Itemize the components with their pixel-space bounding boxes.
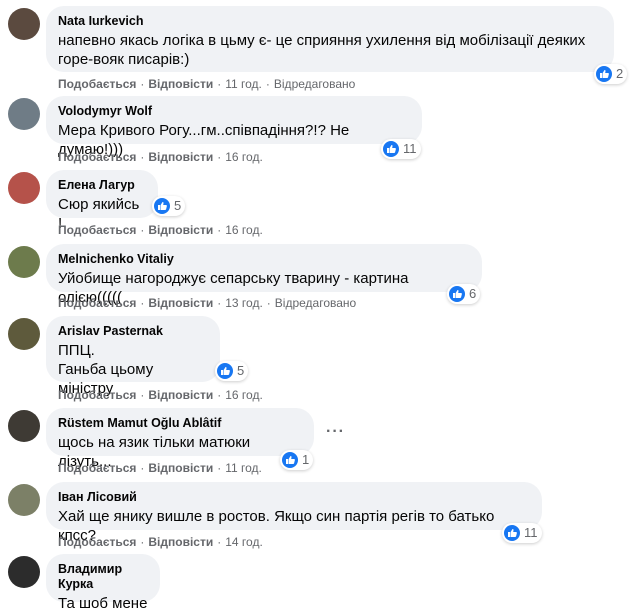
- like-button[interactable]: Подобається: [58, 535, 136, 549]
- comment-actions: Подобається · Відповісти · 16 год.: [58, 223, 263, 237]
- reply-button[interactable]: Відповісти: [148, 461, 213, 475]
- avatar[interactable]: [8, 556, 40, 588]
- commenter-name[interactable]: Melnichenko Vitaliy: [58, 252, 470, 267]
- reaction-number: 11: [524, 525, 538, 540]
- reply-button[interactable]: Відповісти: [148, 296, 213, 310]
- edited-label[interactable]: Відредаговано: [275, 296, 356, 310]
- timestamp[interactable]: 11 год.: [225, 77, 262, 91]
- reply-button[interactable]: Відповісти: [148, 77, 213, 91]
- like-button[interactable]: Подобається: [58, 388, 136, 402]
- comment-text: Та шоб мене: [58, 595, 148, 612]
- commenter-name[interactable]: Елена Лагур: [58, 178, 146, 193]
- comment-bubble: Melnichenko Vitaliy Уйобище нагороджує с…: [46, 244, 482, 306]
- avatar[interactable]: [8, 172, 40, 204]
- timestamp[interactable]: 14 год.: [225, 535, 263, 549]
- reaction-count[interactable]: 11: [381, 139, 421, 159]
- reaction-number: 6: [469, 286, 477, 301]
- thumbs-up-icon: [449, 286, 465, 302]
- commenter-name[interactable]: Volodymyr Wolf: [58, 104, 410, 119]
- comment-bubble: Владимир Курка Та шоб мене: [46, 554, 160, 612]
- timestamp[interactable]: 13 год.: [225, 296, 263, 310]
- avatar[interactable]: [8, 98, 40, 130]
- timestamp[interactable]: 16 год.: [225, 388, 263, 402]
- like-button[interactable]: Подобається: [58, 77, 136, 91]
- like-button[interactable]: Подобається: [58, 461, 136, 475]
- reaction-count[interactable]: 6: [447, 284, 481, 304]
- commenter-name[interactable]: Arislav Pasternak: [58, 324, 208, 339]
- like-button[interactable]: Подобається: [58, 150, 136, 164]
- reaction-count[interactable]: 1: [280, 450, 314, 470]
- comment-actions: Подобається · Відповісти · 16 год.: [58, 150, 263, 164]
- comment-actions: Подобається · Відповісти · 14 год.: [58, 535, 263, 549]
- comment-text: напевно якась логіка в цьму є- це сприян…: [58, 32, 586, 68]
- timestamp[interactable]: 16 год.: [225, 223, 263, 237]
- thumbs-up-icon: [217, 363, 233, 379]
- commenter-name[interactable]: Іван Лісовий: [58, 490, 530, 505]
- commenter-name[interactable]: Rüstem Mamut Oğlu Ablâtif: [58, 416, 302, 431]
- more-options-icon[interactable]: ···: [326, 423, 345, 441]
- avatar[interactable]: [8, 484, 40, 516]
- thumbs-up-icon: [154, 198, 170, 214]
- thumbs-up-icon: [383, 141, 399, 157]
- thumbs-up-icon: [596, 66, 612, 82]
- comment-bubble: Arislav Pasternak ППЦ. Ганьба цьому міні…: [46, 316, 220, 397]
- comment-bubble: Rüstem Mamut Oğlu Ablâtif щось на язик т…: [46, 408, 314, 470]
- reply-button[interactable]: Відповісти: [148, 150, 213, 164]
- like-button[interactable]: Подобається: [58, 296, 136, 310]
- reply-button[interactable]: Відповісти: [148, 223, 213, 237]
- commenter-name[interactable]: Nata Iurkevich: [58, 14, 602, 29]
- reaction-number: 2: [616, 66, 624, 81]
- avatar[interactable]: [8, 410, 40, 442]
- thumbs-up-icon: [504, 525, 520, 541]
- comment-bubble: Елена Лагур Сюр якийсь !: [46, 170, 158, 232]
- comment-actions: Подобається · Відповісти · 16 год.: [58, 388, 263, 402]
- avatar[interactable]: [8, 318, 40, 350]
- reaction-number: 5: [237, 363, 245, 378]
- avatar[interactable]: [8, 8, 40, 40]
- comment-actions: Подобається · Відповісти · 11 год. · Відредаго…: [58, 77, 356, 91]
- like-button[interactable]: Подобається: [58, 223, 136, 237]
- thumbs-up-icon: [282, 452, 298, 468]
- reaction-number: 1: [302, 452, 310, 467]
- reaction-number: 5: [174, 198, 182, 213]
- comment-bubble: Volodymyr Wolf Мера Кривого Рогу...гм..с…: [46, 96, 422, 158]
- reaction-count[interactable]: 5: [215, 361, 249, 381]
- comment-bubble: Іван Лісовий Хай ще янику вишле в ростов…: [46, 482, 542, 544]
- reply-button[interactable]: Відповісти: [148, 535, 213, 549]
- commenter-name[interactable]: Владимир Курка: [58, 562, 148, 592]
- comment-bubble: Nata Iurkevich напевно якась логіка в ць…: [46, 6, 614, 72]
- reaction-count[interactable]: 2: [594, 64, 628, 84]
- edited-label[interactable]: Відредаговано: [274, 77, 355, 91]
- reaction-count[interactable]: 5: [152, 196, 186, 216]
- timestamp[interactable]: 16 год.: [225, 150, 263, 164]
- reaction-count[interactable]: 11: [502, 523, 542, 543]
- comment-actions: Подобається · Відповісти · 11 год.: [58, 461, 262, 475]
- reaction-number: 11: [403, 141, 417, 156]
- timestamp[interactable]: 11 год.: [225, 461, 262, 475]
- reply-button[interactable]: Відповісти: [148, 388, 213, 402]
- comment-actions: Подобається · Відповісти · 13 год. · Відредаго…: [58, 296, 357, 310]
- avatar[interactable]: [8, 246, 40, 278]
